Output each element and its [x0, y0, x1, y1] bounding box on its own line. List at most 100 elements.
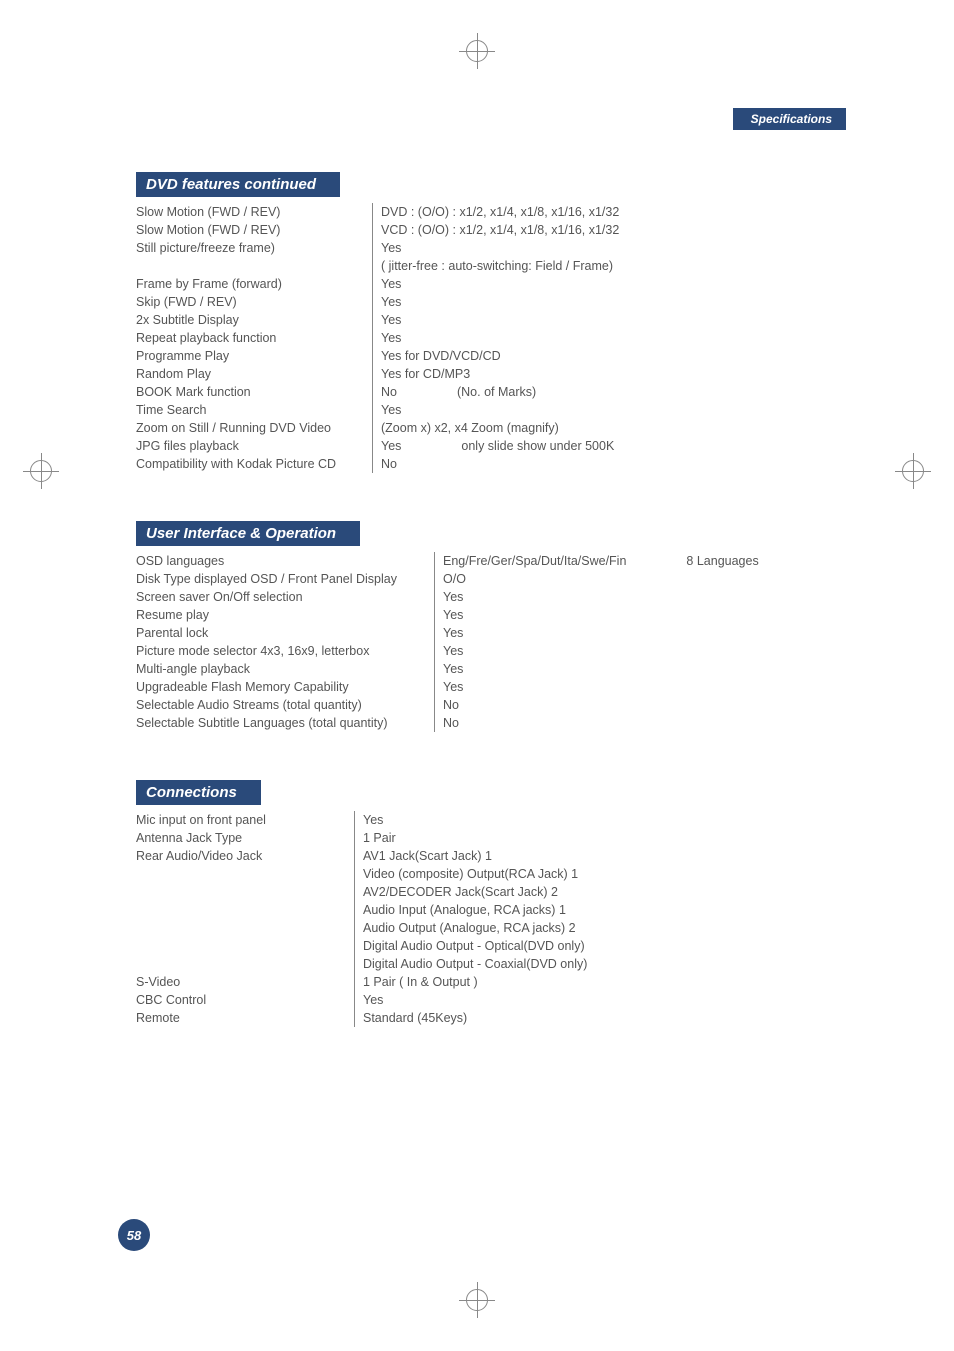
spec-value-primary: DVD : (O/O) : x1/2, x1/4, x1/8, x1/16, x…: [381, 203, 619, 221]
registration-mark-left: [30, 460, 52, 482]
spec-label: BOOK Mark function: [136, 383, 364, 401]
spec-row: Still picture/freeze frame)Yes: [136, 239, 818, 257]
spec-value: ( jitter-free : auto-switching: Field / …: [372, 257, 818, 275]
spec-value: No(No. of Marks): [372, 383, 818, 401]
spec-row: Slow Motion (FWD / REV)VCD : (O/O) : x1/…: [136, 221, 818, 239]
spec-row: Audio Output (Analogue, RCA jacks) 2: [136, 919, 818, 937]
spec-value-primary: Yes: [381, 401, 401, 419]
spec-value-primary: AV1 Jack(Scart Jack) 1: [363, 847, 492, 865]
spec-label: Remote: [136, 1009, 346, 1027]
spec-label: [136, 883, 346, 901]
spec-value-primary: 1 Pair: [363, 829, 396, 847]
spec-row: Remote Standard (45Keys): [136, 1009, 818, 1027]
spec-label: Multi-angle playback: [136, 660, 426, 678]
spec-label: Repeat playback function: [136, 329, 364, 347]
spec-value: (Zoom x) x2, x4 Zoom (magnify): [372, 419, 818, 437]
spec-row: Time SearchYes: [136, 401, 818, 419]
spec-value: Yes: [434, 660, 818, 678]
spec-row: Zoom on Still / Running DVD Video(Zoom x…: [136, 419, 818, 437]
spec-value: Audio Input (Analogue, RCA jacks) 1: [354, 901, 818, 919]
registration-mark-bottom: [466, 1289, 488, 1311]
spec-value: VCD : (O/O) : x1/2, x1/4, x1/8, x1/16, x…: [372, 221, 818, 239]
spec-value-primary: Yes: [443, 678, 463, 696]
spec-value: Yes: [372, 401, 818, 419]
spec-label: Selectable Audio Streams (total quantity…: [136, 696, 426, 714]
spec-value-primary: Standard (45Keys): [363, 1009, 467, 1027]
header-tag: Specifications: [733, 108, 846, 130]
spec-value: Yes: [354, 991, 818, 1009]
spec-value-primary: Video (composite) Output(RCA Jack) 1: [363, 865, 578, 883]
spec-value: Yes: [372, 239, 818, 257]
spec-value-primary: Yes: [443, 588, 463, 606]
spec-row: Skip (FWD / REV)Yes: [136, 293, 818, 311]
spec-label: [136, 919, 346, 937]
spec-label: Programme Play: [136, 347, 364, 365]
spec-row: Frame by Frame (forward)Yes: [136, 275, 818, 293]
spec-value: Yes: [434, 678, 818, 696]
spec-value: Yes: [372, 311, 818, 329]
section-title-dvd: DVD features continued: [136, 172, 340, 197]
spec-value: Standard (45Keys): [354, 1009, 818, 1027]
spec-value: DVD : (O/O) : x1/2, x1/4, x1/8, x1/16, x…: [372, 203, 818, 221]
spec-value: No: [434, 714, 818, 732]
spec-row: Video (composite) Output(RCA Jack) 1: [136, 865, 818, 883]
spec-value-primary: (Zoom x) x2, x4 Zoom (magnify): [381, 419, 559, 437]
spec-label: 2x Subtitle Display: [136, 311, 364, 329]
spec-label: [136, 937, 346, 955]
spec-value: O/O: [434, 570, 818, 588]
spec-label: Selectable Subtitle Languages (total qua…: [136, 714, 426, 732]
spec-label: Slow Motion (FWD / REV): [136, 203, 364, 221]
spec-value-primary: Yes: [443, 624, 463, 642]
spec-value-primary: Yes for DVD/VCD/CD: [381, 347, 501, 365]
spec-value-primary: Eng/Fre/Ger/Spa/Dut/Ita/Swe/Fin: [443, 552, 626, 570]
spec-label: OSD languages: [136, 552, 426, 570]
spec-row: Picture mode selector 4x3, 16x9, letterb…: [136, 642, 818, 660]
spec-row: Programme Play Yes for DVD/VCD/CD: [136, 347, 818, 365]
spec-value: Yes: [372, 275, 818, 293]
spec-value: Digital Audio Output - Optical(DVD only): [354, 937, 818, 955]
spec-label: Resume play: [136, 606, 426, 624]
spec-label: Upgradeable Flash Memory Capability: [136, 678, 426, 696]
spec-row: JPG files playback Yesonly slide show und…: [136, 437, 818, 455]
spec-value: Yesonly slide show under 500K: [372, 437, 818, 455]
spec-value: Yes for CD/MP3: [372, 365, 818, 383]
spec-label: [136, 901, 346, 919]
spec-row: BOOK Mark function No(No. of Marks): [136, 383, 818, 401]
spec-value: Eng/Fre/Ger/Spa/Dut/Ita/Swe/Fin8 Languag…: [434, 552, 818, 570]
spec-value: Video (composite) Output(RCA Jack) 1: [354, 865, 818, 883]
spec-value-secondary: only slide show under 500K: [401, 437, 818, 455]
spec-value-primary: Yes: [381, 437, 401, 455]
spec-row: 2x Subtitle Display Yes: [136, 311, 818, 329]
spec-label: Random Play: [136, 365, 364, 383]
spec-label: Antenna Jack Type: [136, 829, 346, 847]
spec-value-primary: Digital Audio Output - Coaxial(DVD only): [363, 955, 587, 973]
registration-mark-top: [466, 40, 488, 62]
spec-value-primary: Yes for CD/MP3: [381, 365, 470, 383]
spec-row: ( jitter-free : auto-switching: Field / …: [136, 257, 818, 275]
spec-value: Yes: [372, 293, 818, 311]
spec-value-primary: VCD : (O/O) : x1/2, x1/4, x1/8, x1/16, x…: [381, 221, 619, 239]
spec-row: S-Video1 Pair ( In & Output ): [136, 973, 818, 991]
spec-value-primary: 1 Pair ( In & Output ): [363, 973, 478, 991]
page-number-badge: 58: [118, 1219, 150, 1251]
spec-value-primary: O/O: [443, 570, 466, 588]
spec-value-primary: Yes: [443, 606, 463, 624]
spec-row: Upgradeable Flash Memory Capability Yes: [136, 678, 818, 696]
spec-label: JPG files playback: [136, 437, 364, 455]
spec-row: AV2/DECODER Jack(Scart Jack) 2: [136, 883, 818, 901]
spec-value: No: [372, 455, 818, 473]
spec-label: CBC Control: [136, 991, 346, 1009]
spec-row: Resume play Yes: [136, 606, 818, 624]
section-title-ui: User Interface & Operation: [136, 521, 360, 546]
spec-row: OSD languages Eng/Fre/Ger/Spa/Dut/Ita/Swe…: [136, 552, 818, 570]
spec-label: Picture mode selector 4x3, 16x9, letterb…: [136, 642, 426, 660]
section-dvd-features: DVD features continued Slow Motion (FWD …: [136, 172, 818, 473]
spec-row: Selectable Audio Streams (total quantity…: [136, 696, 818, 714]
spec-value-secondary: 8 Languages: [626, 552, 818, 570]
spec-row: Slow Motion (FWD / REV) DVD : (O/O) : x1/…: [136, 203, 818, 221]
spec-value-primary: No: [443, 714, 459, 732]
spec-value: Yes: [434, 588, 818, 606]
spec-value: Audio Output (Analogue, RCA jacks) 2: [354, 919, 818, 937]
spec-label: Disk Type displayed OSD / Front Panel Di…: [136, 570, 426, 588]
spec-row: Selectable Subtitle Languages (total qua…: [136, 714, 818, 732]
